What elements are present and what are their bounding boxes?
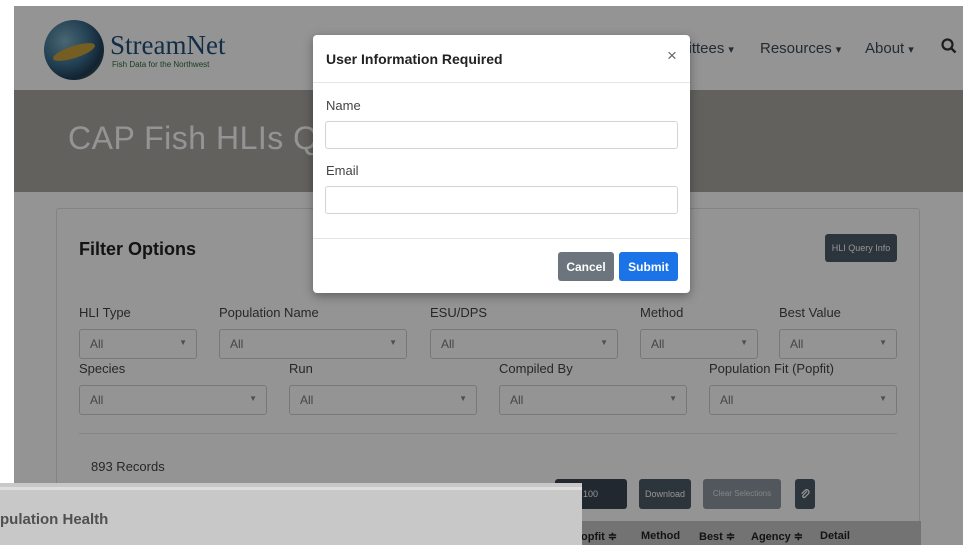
modal-header-divider: [313, 82, 690, 83]
app-window: StreamNet Fish Data for the Northwest mi…: [14, 6, 963, 545]
name-label: Name: [326, 98, 361, 113]
cancel-button[interactable]: Cancel: [558, 252, 614, 281]
population-health-title: pulation Health: [0, 511, 109, 528]
population-health-bar: pulation Health: [0, 483, 582, 545]
bar-top-line: [0, 487, 582, 490]
modal-footer-divider: [313, 238, 690, 239]
submit-button[interactable]: Submit: [619, 252, 678, 281]
close-icon[interactable]: ×: [667, 46, 677, 66]
email-label: Email: [326, 163, 359, 178]
name-field[interactable]: [325, 121, 678, 149]
modal-title: User Information Required: [326, 51, 503, 67]
email-field[interactable]: [325, 186, 678, 214]
user-info-modal: User Information Required × Name Email C…: [313, 35, 690, 293]
